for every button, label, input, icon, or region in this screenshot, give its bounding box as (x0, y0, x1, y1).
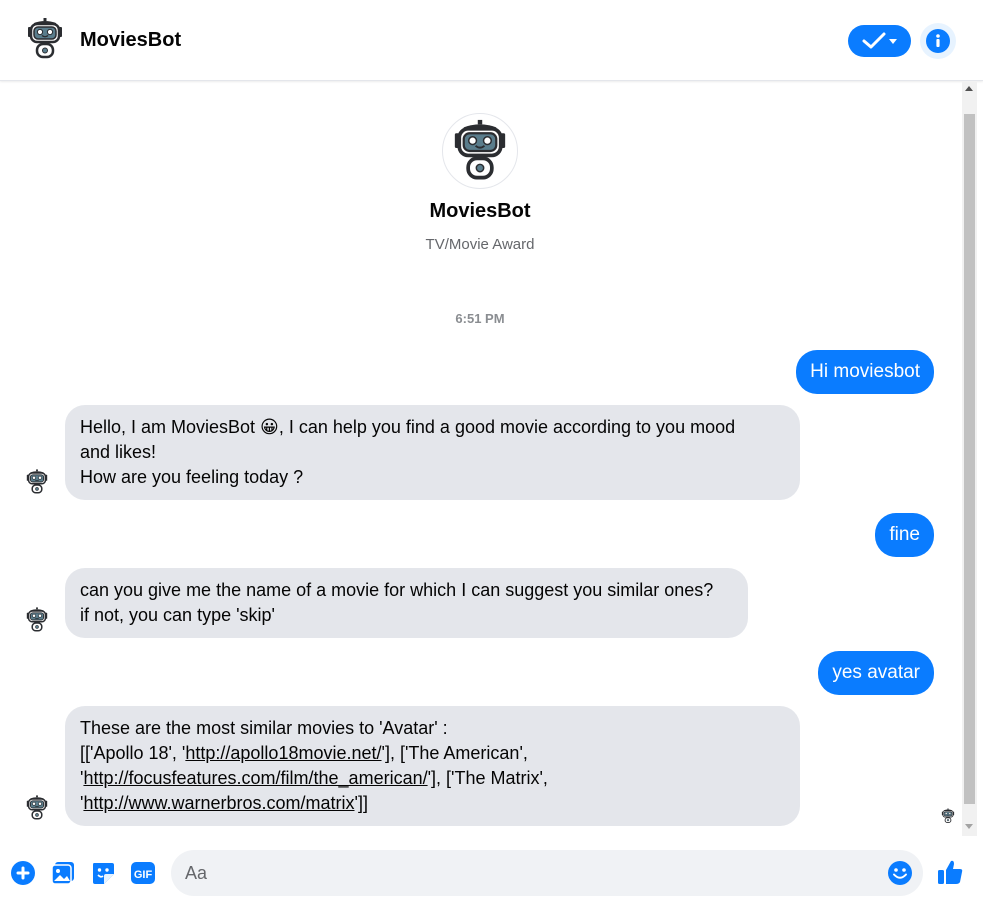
scroll-up-arrow-icon[interactable] (965, 86, 973, 91)
scroll-down-arrow-icon[interactable] (965, 824, 973, 829)
incoming-message[interactable]: These are the most similar movies to 'Av… (65, 706, 800, 826)
incoming-message[interactable]: can you give me the name of a movie for … (65, 568, 748, 638)
info-button[interactable] (920, 23, 956, 59)
bot-avatar[interactable] (20, 14, 70, 64)
incoming-message[interactable]: Hello, I am MoviesBot 😀, I can help you … (65, 405, 800, 500)
outgoing-message[interactable]: yes avatar (818, 651, 934, 695)
plus-icon[interactable] (10, 860, 36, 886)
photo-icon[interactable] (50, 860, 76, 886)
svg-text:GIF: GIF (134, 869, 153, 881)
profile-category: TV/Movie Award (425, 236, 535, 253)
gif-icon[interactable]: GIF (130, 860, 156, 886)
movie-link[interactable]: http://focusfeatures.com/film/the_americ… (83, 768, 427, 788)
movie-link[interactable]: http://www.warnerbros.com/matrix (83, 793, 354, 813)
bot-avatar-small (22, 602, 52, 638)
scrollbar[interactable] (962, 82, 977, 836)
scrollbar-thumb[interactable] (964, 114, 975, 804)
seen-indicator-avatar (939, 806, 957, 826)
message-input[interactable] (185, 861, 875, 885)
chat-title[interactable]: MoviesBot (80, 29, 181, 52)
thumbs-up-icon[interactable] (936, 858, 964, 886)
emoji-icon[interactable] (887, 860, 913, 886)
bot-avatar-small (22, 464, 52, 500)
sticker-icon[interactable] (90, 860, 116, 886)
checkmark-dropdown-icon (862, 32, 897, 49)
chat-header: MoviesBot (0, 0, 983, 81)
bot-avatar-small (22, 790, 52, 826)
movie-link[interactable]: http://apollo18movie.net/ (185, 743, 381, 763)
info-icon (936, 34, 940, 47)
check-dropdown-button[interactable] (848, 25, 911, 57)
message-timestamp: 6:51 PM (455, 311, 505, 326)
profile-avatar (442, 113, 518, 189)
message-input-container[interactable] (171, 850, 923, 896)
outgoing-message[interactable]: Hi moviesbot (796, 350, 934, 394)
profile-name: MoviesBot (429, 200, 531, 222)
message-composer: GIF (0, 838, 983, 909)
outgoing-message[interactable]: fine (875, 513, 934, 557)
